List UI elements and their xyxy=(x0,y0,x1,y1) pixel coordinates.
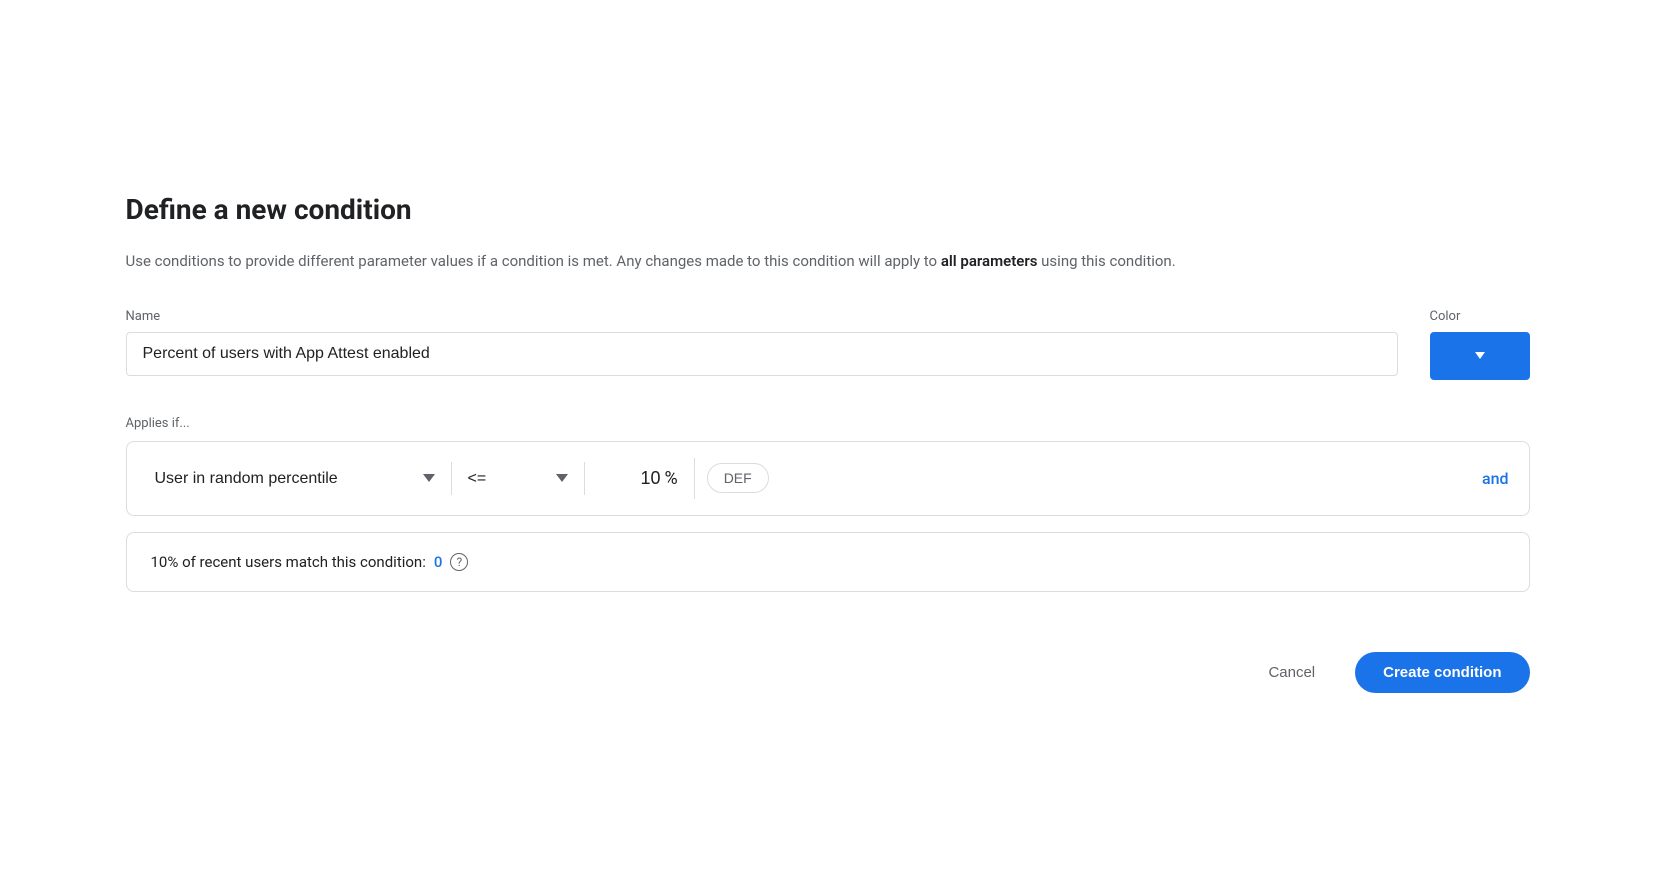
operator-chevron-icon xyxy=(556,474,568,482)
percentile-value-input[interactable] xyxy=(601,468,661,489)
operator-select[interactable]: <= xyxy=(468,470,548,487)
condition-type-chevron-icon xyxy=(423,474,435,482)
create-condition-button[interactable]: Create condition xyxy=(1355,652,1529,693)
description-bold: all parameters xyxy=(941,252,1038,270)
match-count: 0 xyxy=(434,553,443,571)
name-color-row: Name Color xyxy=(126,309,1530,380)
name-label: Name xyxy=(126,309,1398,324)
percent-symbol: % xyxy=(665,468,678,489)
condition-type-dropdown-wrapper[interactable]: User in random percentile xyxy=(147,462,452,495)
match-text-prefix: 10% of recent users match this condition… xyxy=(151,553,426,571)
description-text-after-bold: using this condition. xyxy=(1037,252,1175,270)
condition-type-select[interactable]: User in random percentile xyxy=(155,470,415,487)
applies-if-section: Applies if... User in random percentile … xyxy=(126,416,1530,592)
dialog-footer: Cancel Create condition xyxy=(126,652,1530,693)
and-link[interactable]: and xyxy=(1462,469,1509,488)
name-input[interactable] xyxy=(126,332,1398,376)
dialog-title: Define a new condition xyxy=(126,192,1530,228)
help-icon[interactable]: ? xyxy=(450,553,468,571)
applies-if-label: Applies if... xyxy=(126,416,1530,431)
name-form-group: Name xyxy=(126,309,1398,376)
color-label: Color xyxy=(1430,309,1530,324)
cancel-button[interactable]: Cancel xyxy=(1252,654,1331,691)
dialog-container: Define a new condition Use conditions to… xyxy=(78,152,1578,732)
def-button[interactable]: DEF xyxy=(707,463,769,493)
match-info-box: 10% of recent users match this condition… xyxy=(126,532,1530,592)
description-text-before-bold: Use conditions to provide different para… xyxy=(126,252,941,270)
dialog-description: Use conditions to provide different para… xyxy=(126,249,1530,273)
condition-row: User in random percentile <= % DEF and xyxy=(126,441,1530,516)
color-picker-button[interactable] xyxy=(1430,332,1530,380)
value-section: % xyxy=(585,458,695,499)
color-form-group: Color xyxy=(1430,309,1530,380)
chevron-down-icon xyxy=(1475,352,1485,359)
operator-dropdown-wrapper[interactable]: <= xyxy=(452,462,585,495)
